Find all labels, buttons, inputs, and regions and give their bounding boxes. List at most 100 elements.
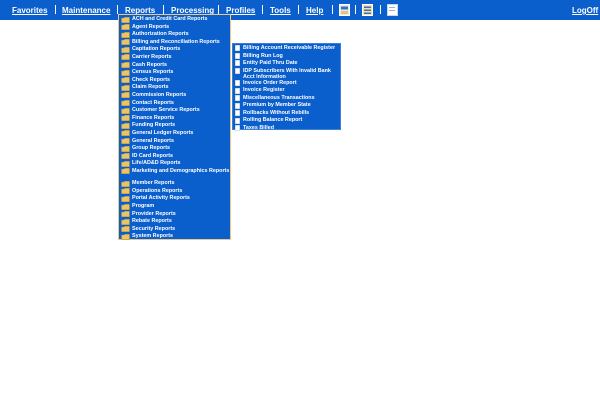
reports-menu-item-label: Rebate Reports	[132, 218, 172, 225]
reports-menu-item-label: Funding Reports	[132, 122, 176, 129]
reports-menu-item-label: General Reports	[132, 137, 174, 144]
billing-submenu-item-label: Entity Paid Thru Date	[243, 60, 298, 66]
folder-icon	[121, 203, 130, 210]
reports-menu-item-label: Agent Reports	[132, 23, 170, 30]
reports-menu-item-label: ACH and Credit Card Reports	[132, 16, 208, 22]
folder-icon	[121, 84, 130, 91]
reports-menu-item[interactable]: Finance Reports	[119, 115, 230, 123]
reports-menu-item[interactable]: Billing and Reconciliation Reports	[119, 39, 230, 47]
billing-submenu-item[interactable]: Invoice Order Report	[233, 80, 340, 88]
reports-menu-item-label: Billing and Reconciliation Reports	[132, 38, 220, 45]
menu-separator	[298, 5, 299, 14]
folder-icon	[121, 122, 130, 129]
folder-icon	[121, 226, 130, 233]
reports-menu-item[interactable]: Claim Reports	[119, 84, 230, 92]
reports-menu-item[interactable]: Program	[119, 203, 230, 211]
reports-menu-item[interactable]: Operations Reports	[119, 188, 230, 196]
reports-menu-item-label: Capitation Reports	[132, 46, 181, 53]
reports-menu-item[interactable]: Security Reports	[119, 226, 230, 234]
toolbar-list-icon[interactable]	[362, 3, 373, 16]
reports-menu-item[interactable]: Funding Reports	[119, 122, 230, 130]
reports-menu-item[interactable]: System Reports	[119, 233, 230, 241]
folder-icon	[121, 115, 130, 122]
reports-menu-item-label: Marketing and Demographics Reports	[132, 167, 230, 174]
reports-menu-item[interactable]: General Ledger Reports	[119, 130, 230, 138]
top-menu-bar: Favorites Maintenance Reports Processing…	[0, 0, 600, 20]
billing-submenu-item[interactable]: IDP Subscribers With Invalid Bank Acct I…	[233, 68, 340, 80]
reports-menu-item-label: Census Reports	[132, 69, 174, 76]
billing-submenu-item[interactable]: Taxes Billed	[233, 125, 340, 133]
menu-maintenance[interactable]: Maintenance	[62, 6, 110, 15]
document-icon	[235, 80, 240, 87]
toolbar-page-icon[interactable]	[387, 3, 398, 16]
folder-icon	[121, 92, 130, 99]
menu-tools[interactable]: Tools	[270, 6, 291, 15]
billing-submenu-item[interactable]: Miscellaneous Transactions	[233, 95, 340, 103]
folder-icon	[121, 31, 130, 38]
folder-icon	[121, 54, 130, 61]
document-icon	[235, 45, 240, 52]
reports-menu-item[interactable]: Provider Reports	[119, 211, 230, 219]
folder-icon	[121, 16, 130, 23]
reports-menu-item[interactable]: Cash Reports	[119, 62, 230, 70]
reports-menu-item[interactable]: Marketing and Demographics Reports	[119, 168, 230, 180]
folder-icon	[121, 107, 130, 114]
reports-menu-item[interactable]: Portal Activity Reports	[119, 195, 230, 203]
reports-menu-item-label: Cash Reports	[132, 61, 168, 68]
reports-menu-item-label: Contact Reports	[132, 99, 174, 106]
billing-submenu-item-label: Rollbacks Without Rebills	[243, 109, 310, 116]
folder-icon	[121, 233, 130, 240]
menu-separator	[262, 5, 263, 14]
billing-submenu-item[interactable]: Rolling Balance Report	[233, 117, 340, 125]
reports-menu-item[interactable]: General Reports	[119, 138, 230, 146]
menu-separator	[117, 5, 118, 14]
folder-icon	[121, 195, 130, 203]
reports-menu-item[interactable]: Agent Reports	[119, 24, 230, 32]
folder-icon	[121, 218, 130, 225]
billing-submenu-item-label: Miscellaneous Transactions	[243, 94, 315, 101]
reports-menu-item[interactable]: Carrier Reports	[119, 54, 230, 62]
reports-menu-item[interactable]: Capitation Reports	[119, 46, 230, 54]
reports-menu-item[interactable]: Authorization Reports	[119, 31, 230, 39]
reports-menu-item[interactable]: ACH and Credit Card Reports	[119, 16, 230, 24]
folder-icon	[121, 130, 130, 137]
billing-submenu-item[interactable]: Rollbacks Without Rebills	[233, 110, 340, 118]
menu-help[interactable]: Help	[306, 6, 323, 15]
logoff-link[interactable]: LogOff	[572, 6, 598, 15]
reports-menu-item-label: Security Reports	[132, 225, 176, 232]
reports-menu-item[interactable]: Rebate Reports	[119, 218, 230, 226]
toolbar-window-icon[interactable]	[339, 3, 350, 16]
reports-menu-item-label: Provider Reports	[132, 210, 176, 217]
reports-menu-item[interactable]: Customer Service Reports	[119, 107, 230, 115]
menu-separator	[55, 5, 56, 14]
reports-menu-item[interactable]: Census Reports	[119, 69, 230, 77]
reports-menu-item[interactable]: Member Reports	[119, 180, 230, 188]
document-icon	[235, 87, 240, 94]
folder-icon	[121, 160, 130, 167]
reports-menu-item-label: Customer Service Reports	[132, 107, 200, 114]
reports-menu-item[interactable]: Life/AD&D Reports	[119, 160, 230, 168]
folder-icon	[121, 77, 130, 84]
billing-submenu-item[interactable]: Invoice Register	[233, 87, 340, 95]
folder-icon	[121, 211, 130, 218]
menu-favorites[interactable]: Favorites	[12, 6, 48, 15]
reports-menu-item-label: General Ledger Reports	[132, 129, 194, 136]
reports-menu-item[interactable]: Check Reports	[119, 77, 230, 85]
billing-submenu-item[interactable]: Entity Paid Thru Date	[233, 60, 340, 68]
folder-icon	[121, 180, 130, 187]
billing-submenu-item[interactable]: Billing Account Receivable Register	[233, 45, 340, 53]
reports-menu-item[interactable]: Contact Reports	[119, 100, 230, 108]
folder-icon	[121, 62, 130, 69]
reports-menu-item-label: Claim Reports	[132, 84, 169, 91]
reports-menu-item[interactable]: ID Card Reports	[119, 153, 230, 161]
billing-submenu-item[interactable]: Premium by Member State	[233, 102, 340, 110]
reports-menu-item[interactable]: Group Reports	[119, 145, 230, 153]
reports-menu-item[interactable]: Commission Reports	[119, 92, 230, 100]
reports-menu-item-label: System Reports	[132, 233, 174, 240]
billing-submenu-item[interactable]: Billing Run Log	[233, 53, 340, 61]
document-icon	[235, 67, 240, 74]
folder-icon	[121, 69, 130, 76]
billing-submenu-item-label: Premium by Member State	[243, 102, 311, 109]
reports-menu-item-label: Carrier Reports	[132, 53, 172, 60]
document-icon	[235, 117, 240, 124]
